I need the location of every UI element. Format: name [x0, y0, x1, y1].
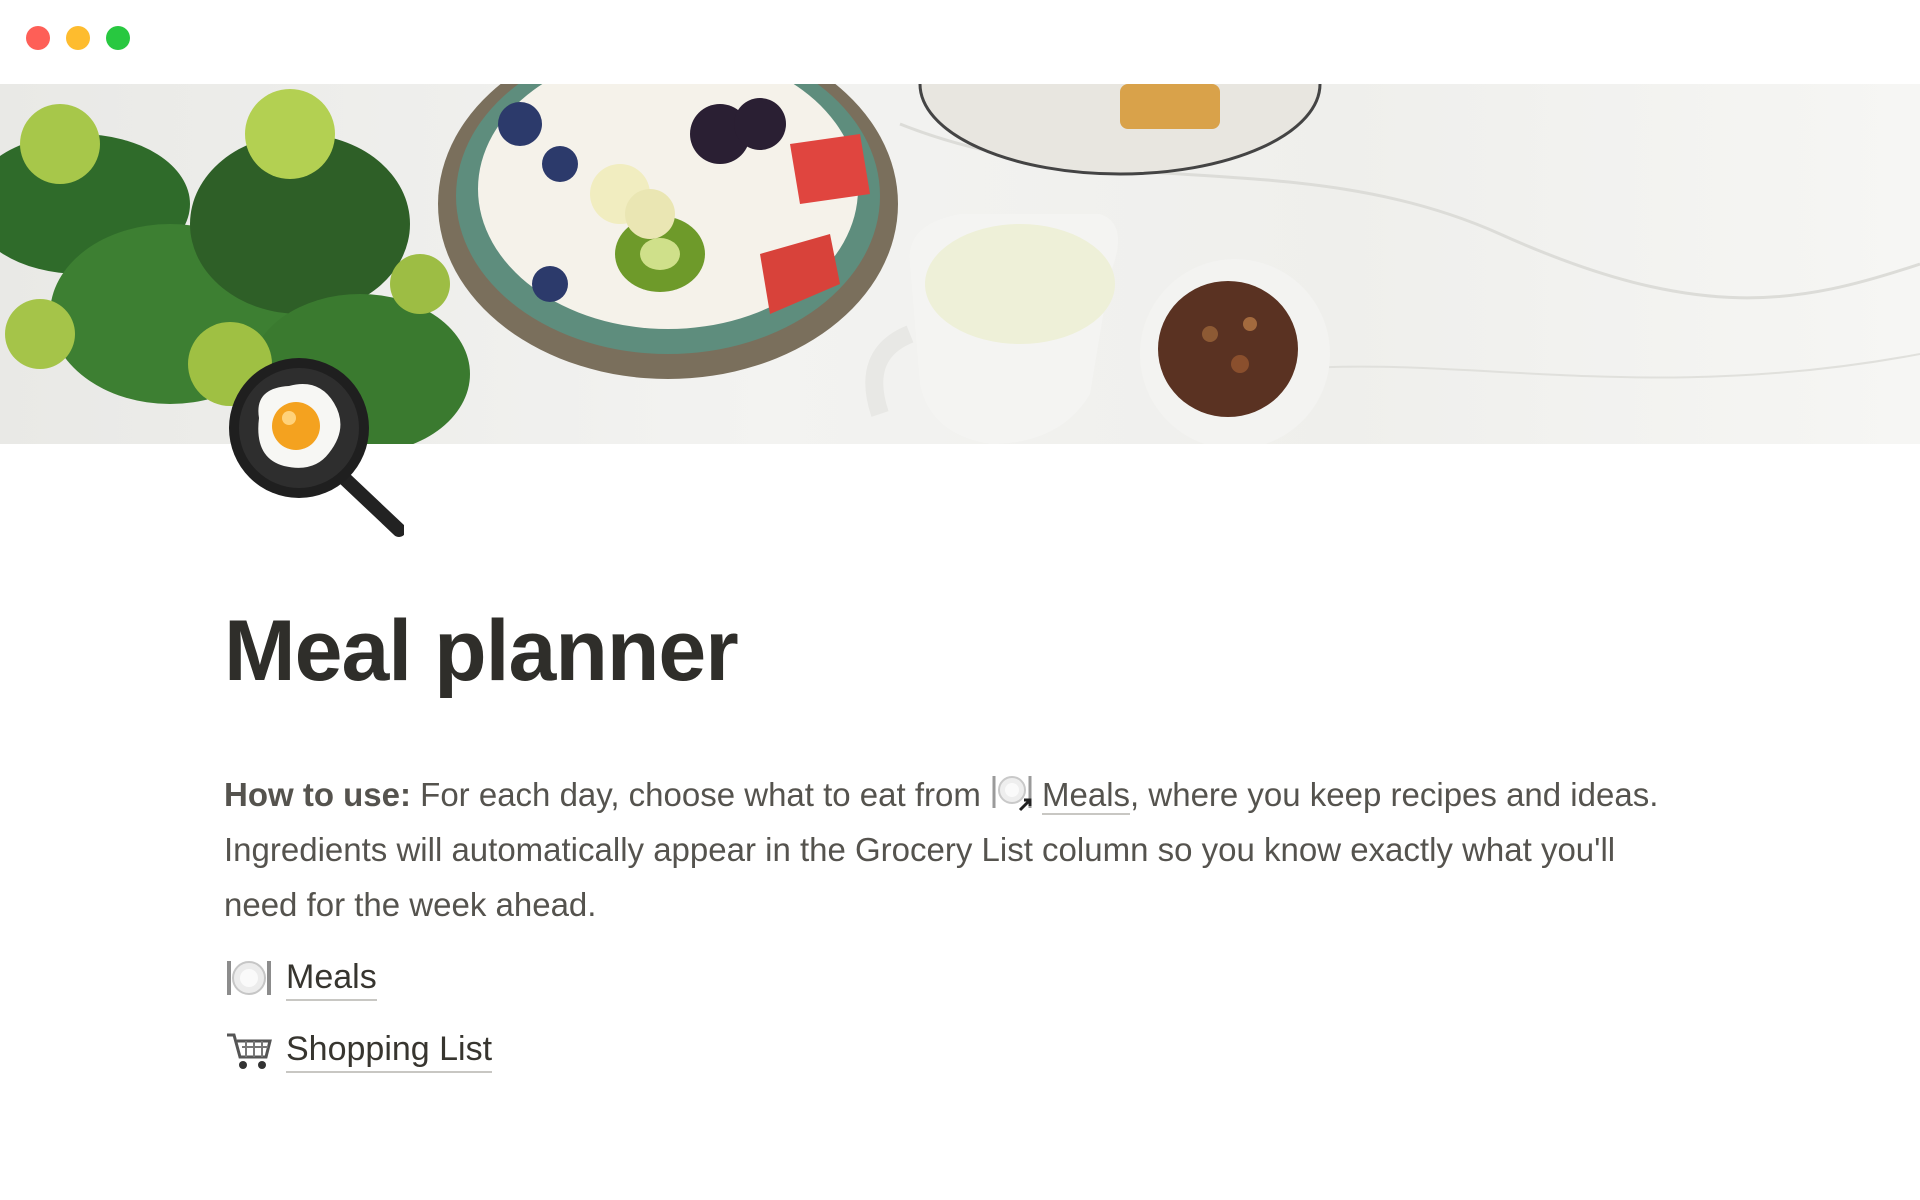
plate-icon: [990, 772, 1034, 812]
shopping-list-link-label[interactable]: Shopping List: [286, 1027, 493, 1074]
how-to-text-before: For each day, choose what to eat from: [411, 776, 991, 814]
fried-egg-icon[interactable]: [224, 358, 406, 538]
meals-page-link[interactable]: Meals: [224, 952, 1684, 1004]
shopping-cart-icon: [224, 1027, 274, 1073]
close-window-button[interactable]: [26, 26, 50, 50]
how-to-use-paragraph[interactable]: How to use: For each day, choose what to…: [224, 767, 1684, 932]
page-title[interactable]: Meal planner: [224, 600, 1684, 703]
maximize-window-button[interactable]: [106, 26, 130, 50]
page-content: Meal planner How to use: For each day, c…: [224, 600, 1684, 1076]
meals-link-label[interactable]: Meals: [286, 955, 377, 1002]
plate-icon: [224, 955, 274, 1001]
how-to-use-label: How to use:: [224, 776, 411, 814]
meals-inline-link[interactable]: Meals: [1042, 776, 1131, 816]
shopping-list-page-link[interactable]: Shopping List: [224, 1024, 1684, 1076]
minimize-window-button[interactable]: [66, 26, 90, 50]
window-titlebar: [0, 0, 1920, 84]
